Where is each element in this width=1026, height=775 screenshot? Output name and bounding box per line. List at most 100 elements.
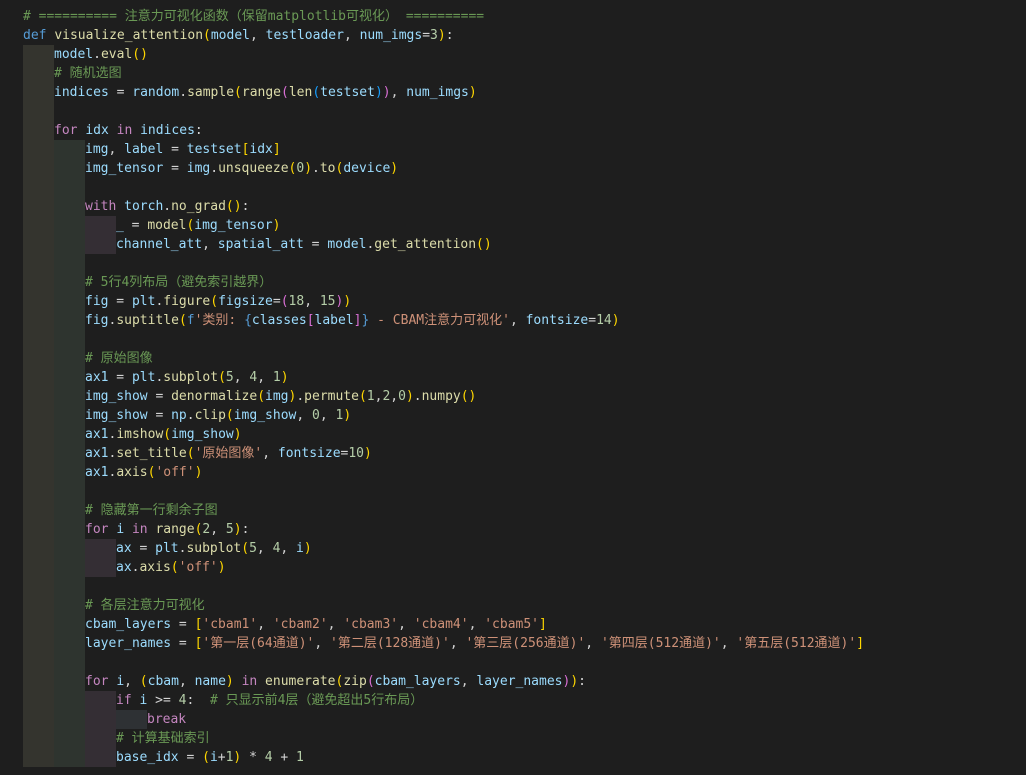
code-token-op: = bbox=[178, 750, 203, 765]
code-token-var: num_imgs bbox=[406, 85, 469, 100]
code-line[interactable]: # 各层注意力可视化 bbox=[0, 596, 1026, 615]
code-line[interactable] bbox=[0, 482, 1026, 501]
code-line[interactable]: ax1.set_title('原始图像', fontsize=10) bbox=[0, 444, 1026, 463]
code-text: # 5行4列布局（避免索引越界） bbox=[85, 273, 272, 292]
code-text: img_show = denormalize(img).permute(1,2,… bbox=[85, 387, 476, 406]
code-line[interactable] bbox=[0, 102, 1026, 121]
code-line[interactable] bbox=[0, 577, 1026, 596]
code-token-var: _ bbox=[116, 218, 124, 233]
code-line[interactable]: img, label = testset[idx] bbox=[0, 140, 1026, 159]
code-token-op: , bbox=[314, 636, 331, 651]
code-token-op: . bbox=[186, 408, 195, 423]
indent-guide bbox=[54, 672, 85, 691]
code-token-op: : bbox=[578, 674, 586, 689]
code-text: cbam_layers = ['cbam1', 'cbam2', 'cbam3'… bbox=[85, 615, 547, 634]
code-token-op: , bbox=[257, 617, 273, 632]
code-text: def visualize_attention(model, testloade… bbox=[23, 26, 454, 45]
code-line[interactable]: ax = plt.subplot(5, 4, i) bbox=[0, 539, 1026, 558]
code-line[interactable]: ax1.imshow(img_show) bbox=[0, 425, 1026, 444]
indent-guide bbox=[23, 349, 54, 368]
code-token-b1: ] bbox=[272, 142, 281, 157]
code-line[interactable]: model.eval() bbox=[0, 45, 1026, 64]
code-line[interactable]: ax1.axis('off') bbox=[0, 463, 1026, 482]
code-token-var: i bbox=[296, 541, 304, 556]
code-line[interactable]: base_idx = (i+1) * 4 + 1 bbox=[0, 748, 1026, 767]
code-token-op: , bbox=[304, 294, 320, 309]
indent-guide bbox=[23, 45, 54, 64]
code-line[interactable] bbox=[0, 254, 1026, 273]
code-token-fn: zip bbox=[343, 674, 367, 689]
code-line[interactable]: # ========== 注意力可视化函数（保留matplotlib可视化） =… bbox=[0, 7, 1026, 26]
code-token-op: = bbox=[588, 313, 597, 328]
code-token-op: , bbox=[319, 408, 336, 423]
code-token-b1: ) bbox=[611, 313, 620, 328]
code-token-fn: len bbox=[288, 85, 313, 100]
code-line[interactable]: break bbox=[0, 710, 1026, 729]
code-line[interactable]: def visualize_attention(model, testloade… bbox=[0, 26, 1026, 45]
code-line[interactable]: img_show = np.clip(img_show, 0, 1) bbox=[0, 406, 1026, 425]
code-token-var: plt bbox=[155, 541, 179, 556]
indent-guide bbox=[54, 159, 85, 178]
code-line[interactable]: # 随机选图 bbox=[0, 64, 1026, 83]
code-line[interactable]: _ = model(img_tensor) bbox=[0, 216, 1026, 235]
code-line[interactable]: # 计算基础索引 bbox=[0, 729, 1026, 748]
code-line[interactable]: indices = random.sample(range(len(testse… bbox=[0, 83, 1026, 102]
code-token-op: * bbox=[241, 750, 265, 765]
code-line[interactable]: fig.suptitle(f'类别: {classes[label]} - CB… bbox=[0, 311, 1026, 330]
code-line[interactable]: fig = plt.figure(figsize=(18, 15)) bbox=[0, 292, 1026, 311]
code-token-b1: ( bbox=[358, 389, 367, 404]
code-text: fig = plt.figure(figsize=(18, 15)) bbox=[85, 292, 351, 311]
code-token-fn: set_title bbox=[116, 446, 187, 461]
code-token-var: img_tensor bbox=[194, 218, 273, 233]
code-editor[interactable]: # ========== 注意力可视化函数（保留matplotlib可视化） =… bbox=[0, 0, 1026, 775]
code-line[interactable]: if i >= 4: # 只显示前4层（避免超出5行布局） bbox=[0, 691, 1026, 710]
code-text: fig.suptitle(f'类别: {classes[label]} - CB… bbox=[85, 311, 620, 330]
code-line[interactable] bbox=[0, 178, 1026, 197]
code-line[interactable]: img_show = denormalize(img).permute(1,2,… bbox=[0, 387, 1026, 406]
code-line[interactable]: channel_att, spatial_att = model.get_att… bbox=[0, 235, 1026, 254]
code-token-b3: ) bbox=[374, 85, 383, 100]
code-line[interactable]: ax1 = plt.subplot(5, 4, 1) bbox=[0, 368, 1026, 387]
code-token-op: + bbox=[272, 750, 297, 765]
code-text: ax.axis('off') bbox=[116, 558, 226, 577]
indent-guide bbox=[23, 387, 54, 406]
code-line[interactable]: with torch.no_grad(): bbox=[0, 197, 1026, 216]
code-line[interactable]: # 原始图像 bbox=[0, 349, 1026, 368]
code-line[interactable] bbox=[0, 330, 1026, 349]
code-token-str: '类别: bbox=[194, 313, 245, 328]
code-token-b2: ( bbox=[366, 674, 375, 689]
indent-guide bbox=[54, 406, 85, 425]
code-text: # 随机选图 bbox=[54, 64, 122, 83]
code-line[interactable]: for i in range(2, 5): bbox=[0, 520, 1026, 539]
code-line[interactable] bbox=[0, 653, 1026, 672]
indent-guide bbox=[23, 102, 54, 121]
indent-guide bbox=[54, 577, 85, 596]
code-token-op bbox=[257, 674, 265, 689]
code-text: ax1.imshow(img_show) bbox=[85, 425, 242, 444]
code-token-fn: denormalize bbox=[171, 389, 258, 404]
code-line[interactable]: for idx in indices: bbox=[0, 121, 1026, 140]
indent-guide bbox=[54, 463, 85, 482]
code-line[interactable]: # 5行4列布局（避免索引越界） bbox=[0, 273, 1026, 292]
code-text: base_idx = (i+1) * 4 + 1 bbox=[116, 748, 304, 767]
code-token-op: = bbox=[147, 408, 172, 423]
code-line[interactable]: layer_names = ['第一层(64通道)', '第二层(128通道)'… bbox=[0, 634, 1026, 653]
code-line[interactable]: for i, (cbam, name) in enumerate(zip(cba… bbox=[0, 672, 1026, 691]
indent-guide bbox=[23, 159, 54, 178]
indent-guide bbox=[23, 121, 54, 140]
code-line[interactable]: cbam_layers = ['cbam1', 'cbam2', 'cbam3'… bbox=[0, 615, 1026, 634]
code-token-op: : bbox=[241, 199, 250, 214]
code-token-op: , bbox=[720, 636, 737, 651]
code-token-b2: ) bbox=[382, 85, 391, 100]
indent-guide bbox=[85, 748, 116, 767]
code-token-var: fontsize bbox=[525, 313, 589, 328]
code-line[interactable]: img_tensor = img.unsqueeze(0).to(device) bbox=[0, 159, 1026, 178]
code-line[interactable]: ax.axis('off') bbox=[0, 558, 1026, 577]
code-token-num: 0 bbox=[296, 161, 305, 176]
code-line[interactable]: # 隐藏第一行剩余子图 bbox=[0, 501, 1026, 520]
code-token-var: img_show bbox=[171, 427, 234, 442]
code-token-b3: ( bbox=[312, 85, 321, 100]
code-token-var: img bbox=[186, 161, 211, 176]
code-token-op: , bbox=[202, 237, 218, 252]
code-token-var: model bbox=[210, 28, 250, 43]
